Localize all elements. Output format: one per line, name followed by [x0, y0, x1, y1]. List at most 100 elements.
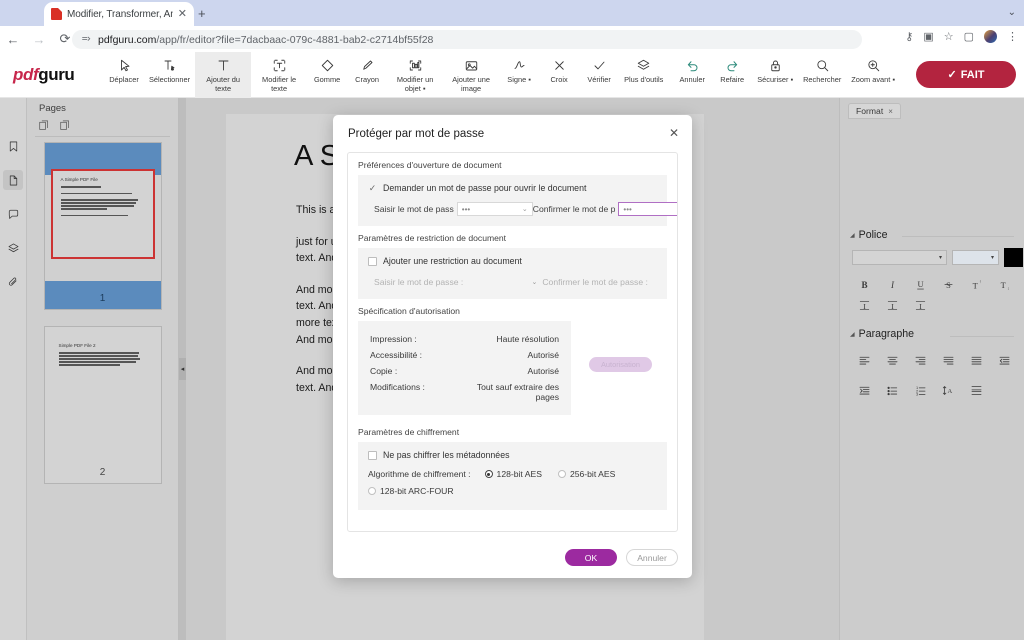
tool-edit-text[interactable]: Modifier le texte — [251, 52, 307, 98]
radio-selected-icon[interactable] — [484, 470, 493, 478]
browser-tab[interactable]: Modifier, Transformer, Annot ✕ — [44, 2, 194, 26]
tool-search[interactable]: Rechercher — [798, 52, 846, 98]
close-icon[interactable]: ✕ — [669, 126, 679, 140]
forward-button[interactable]: → — [26, 26, 52, 52]
require-password-checkbox-row[interactable]: ✓ Demander un mot de passe pour ouvrir l… — [368, 183, 657, 193]
copy-page-icon[interactable] — [60, 120, 70, 131]
cast-icon[interactable]: ▣ — [923, 30, 933, 43]
checkbox-icon[interactable] — [368, 450, 377, 460]
bookmark-icon[interactable] — [3, 136, 23, 156]
align-right-icon[interactable] — [906, 350, 934, 371]
radio-option-128-arcfour[interactable]: 128-bit ARC-FOUR — [368, 486, 657, 496]
align-left-icon[interactable] — [850, 350, 878, 371]
address-bar[interactable]: pdfguru.com/app/fr/editor?file=7dacbaac-… — [72, 30, 862, 49]
align-justify-icon[interactable] — [934, 350, 962, 371]
page-thumbnail[interactable]: Simple PDF File 2 2 — [43, 326, 162, 484]
char-scale-icon[interactable]: I — [906, 295, 934, 316]
comment-icon[interactable] — [3, 204, 23, 224]
add-restriction-checkbox-row[interactable]: Ajouter une restriction au document — [368, 256, 657, 266]
italic-icon[interactable]: I — [878, 274, 906, 295]
new-tab-button[interactable]: + — [198, 6, 206, 21]
tool-cross[interactable]: Croix — [539, 52, 579, 98]
tool-redo[interactable]: Refaire — [712, 52, 752, 98]
confirm-password-input[interactable]: ••• ⌄ — [618, 202, 677, 216]
restriction-confirm-label: Confirmer le mot de passe : — [542, 277, 648, 287]
chevron-down-icon[interactable]: ⌄ — [1008, 7, 1016, 18]
subscript-icon[interactable]: T ↓ — [990, 274, 1018, 295]
password-input[interactable]: ••• ⌄ — [456, 202, 533, 216]
chevron-down-icon[interactable]: ⌄ — [522, 205, 528, 213]
align-distribute-icon[interactable] — [962, 350, 990, 371]
tool-pencil[interactable]: Crayon — [347, 52, 387, 98]
section-header-police[interactable]: ◢ Police — [850, 229, 887, 241]
section-header-paragraphe[interactable]: ◢ Paragraphe — [850, 328, 914, 340]
tool-cursor-move[interactable]: Déplacer — [104, 52, 144, 98]
radio-option-128-aes[interactable]: 128-bit AES — [484, 469, 542, 479]
panel-splitter[interactable]: ◂ — [179, 98, 186, 640]
font-family-select[interactable]: ▾ — [852, 250, 947, 265]
radio-option-256-aes[interactable]: 256-bit AES — [557, 469, 615, 479]
duplicate-page-icon[interactable] — [39, 120, 49, 131]
tool-zoom-in[interactable]: Zoom avant ▪ — [846, 52, 900, 98]
font-size-select[interactable]: ▾ — [952, 250, 999, 265]
authorization-button[interactable]: Autorisation — [589, 357, 652, 372]
close-icon[interactable]: ✕ — [178, 8, 187, 20]
ok-button[interactable]: OK — [565, 549, 617, 566]
radio-icon[interactable] — [557, 470, 566, 478]
tool-select[interactable]: Sélectionner — [144, 52, 195, 98]
radio-icon[interactable] — [368, 487, 376, 495]
check-icon: ✓ — [947, 69, 957, 81]
cancel-button[interactable]: Annuler — [626, 549, 678, 566]
back-button[interactable]: ← — [0, 26, 26, 52]
close-icon[interactable]: × — [888, 107, 893, 116]
font-color-swatch[interactable] — [1004, 248, 1023, 267]
paragraph-spacing-icon[interactable] — [962, 380, 990, 401]
authorization-row: Impression : Haute résolution — [358, 331, 571, 347]
char-width-icon[interactable]: I — [878, 295, 906, 316]
tab-format[interactable]: Format × — [848, 103, 901, 119]
align-center-icon[interactable] — [878, 350, 906, 371]
indent-increase-icon[interactable] — [850, 380, 878, 401]
line-spacing-icon[interactable]: A — [934, 380, 962, 401]
bookmark-star-icon[interactable]: ☆ — [944, 30, 954, 43]
tool-add-text[interactable]: Ajouter du texte — [195, 52, 252, 98]
underline-icon[interactable]: U — [906, 274, 934, 295]
bullet-list-icon[interactable] — [878, 380, 906, 401]
app-logo[interactable]: pdfguru — [13, 65, 75, 85]
layers-icon[interactable] — [3, 238, 23, 258]
checkbox-checked-icon[interactable]: ✓ — [368, 183, 377, 193]
superscript-icon[interactable]: T ↑ — [962, 274, 990, 295]
page-thumbnail[interactable]: A Simple PDF File 1 — [43, 142, 162, 310]
no-metadata-encrypt-checkbox-row[interactable]: Ne pas chiffrer les métadonnées — [368, 450, 657, 460]
numbered-list-icon[interactable]: 123 — [906, 380, 934, 401]
tool-sign[interactable]: Signe ▪ — [499, 52, 539, 98]
tool-edit-object[interactable]: Modifier un objet ▪ — [387, 52, 443, 98]
char-spacing-icon[interactable]: I — [850, 295, 878, 316]
restriction-confirm-input[interactable]: ⌄ — [651, 275, 677, 289]
done-button[interactable]: ✓ FAIT — [916, 61, 1016, 88]
pages-icon[interactable] — [3, 170, 23, 190]
tool-add-image[interactable]: Ajouter une image — [443, 52, 499, 98]
section-label: Police — [858, 229, 888, 241]
site-settings-icon[interactable] — [81, 35, 91, 45]
restriction-password-input[interactable]: ⌄ — [466, 275, 542, 289]
side-panel-icon[interactable]: ▢ — [964, 30, 974, 43]
tool-undo[interactable]: Annuler — [672, 52, 712, 98]
indent-decrease-icon[interactable] — [990, 350, 1018, 371]
password-label: Saisir le mot de pass — [374, 204, 454, 214]
tool-eraser[interactable]: Gomme — [307, 52, 347, 98]
bold-icon[interactable]: B — [850, 274, 878, 295]
collapse-panel-handle[interactable]: ◂ — [179, 358, 186, 380]
tool-lock[interactable]: Sécuriser ▪ — [752, 52, 798, 98]
avatar[interactable] — [984, 30, 997, 43]
tool-check[interactable]: Vérifier — [579, 52, 619, 98]
thumbnail-crop-box[interactable]: A Simple PDF File — [50, 169, 155, 259]
checkbox-icon[interactable] — [368, 256, 377, 266]
key-icon[interactable]: ⚷ — [905, 30, 913, 43]
chevron-down-icon[interactable]: ⌄ — [531, 278, 537, 286]
attachment-icon[interactable] — [3, 272, 23, 292]
caret-icon: ◢ — [850, 232, 855, 239]
tool-more-tools[interactable]: Plus d'outils — [619, 52, 668, 98]
strikethrough-icon[interactable]: S — [934, 274, 962, 295]
browser-menu-icon[interactable]: ⋮ — [1007, 30, 1018, 43]
